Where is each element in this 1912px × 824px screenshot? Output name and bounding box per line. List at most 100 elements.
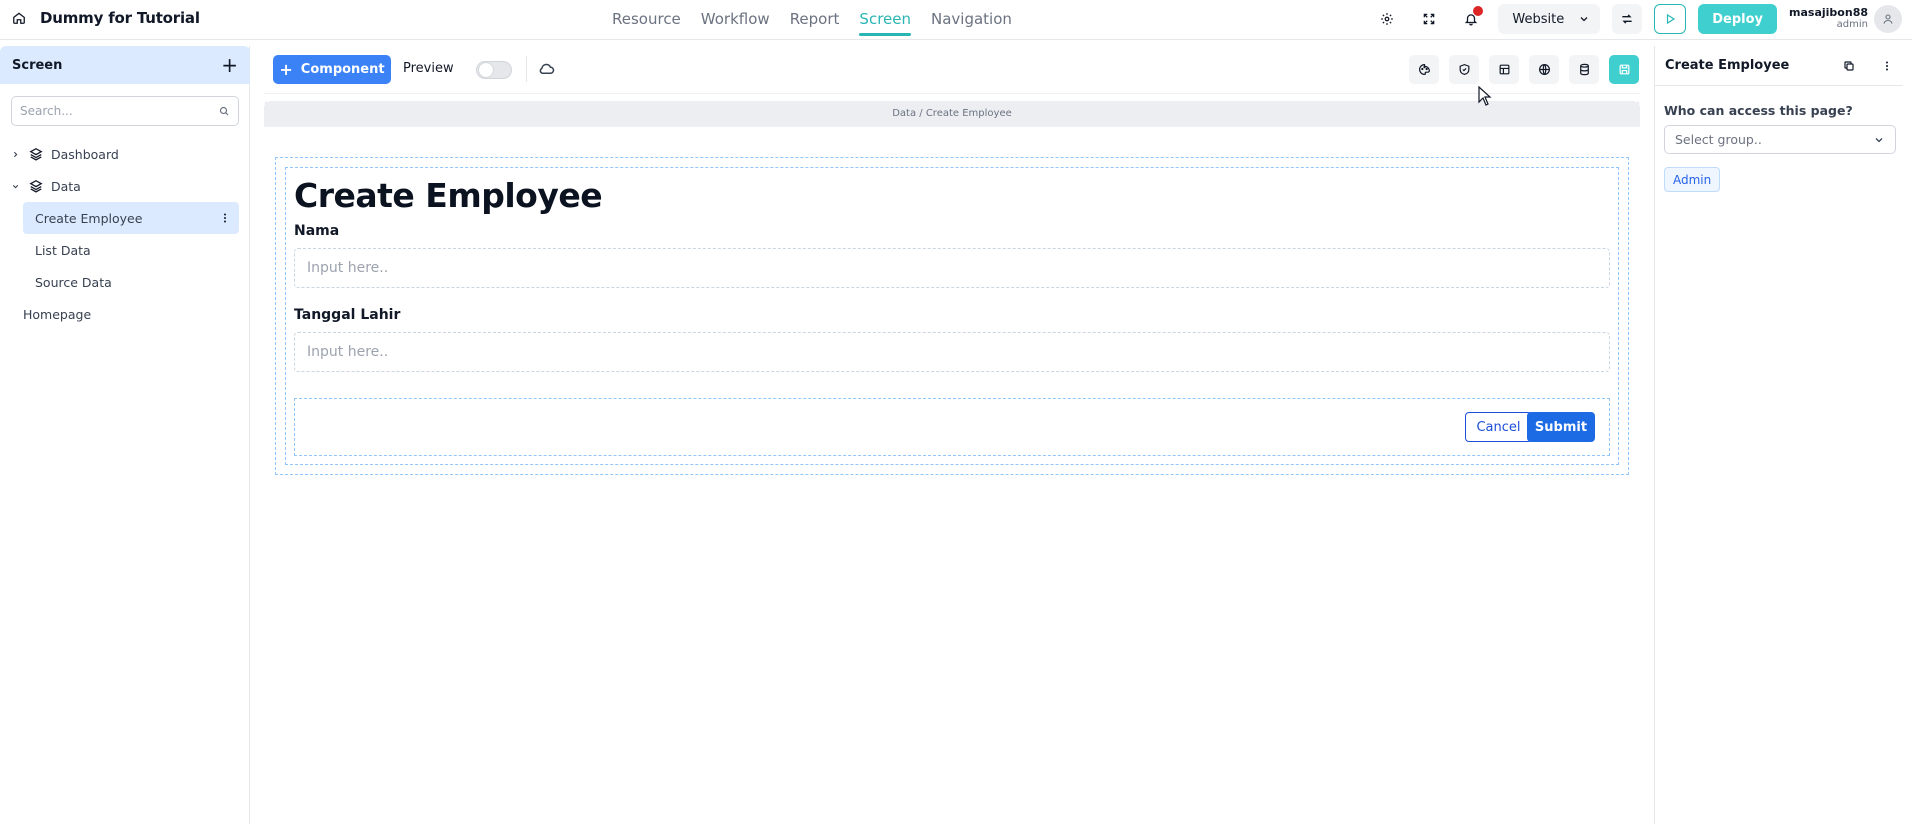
layers-icon <box>29 147 43 161</box>
form-body[interactable]: Create Employee Nama Tanggal Lahir Cance… <box>285 167 1619 465</box>
database-icon <box>1579 63 1589 76</box>
save-button[interactable] <box>1609 55 1639 84</box>
screen-sidebar: Screen + Dashboard Data Create Employee <box>0 46 250 824</box>
preview-label: Preview <box>403 61 454 76</box>
sidebar-header: Screen + <box>0 46 250 84</box>
nav-screen[interactable]: Screen <box>859 10 911 36</box>
tree-item-label: Create Employee <box>35 210 143 226</box>
platform-select-value: Website <box>1512 11 1565 27</box>
swap-button[interactable] <box>1612 4 1643 34</box>
nav-resource[interactable]: Resource <box>612 10 681 36</box>
play-icon <box>1667 13 1676 25</box>
user-info: masajibon88 admin <box>1789 7 1868 31</box>
layout-button[interactable] <box>1489 55 1519 84</box>
theme-button[interactable] <box>1409 55 1439 84</box>
app-title: Dummy for Tutorial <box>40 9 200 27</box>
page-preview: Create Employee Nama Tanggal Lahir Cance… <box>264 127 1640 824</box>
sidebar-title: Screen <box>12 57 63 73</box>
settings-button[interactable] <box>1372 4 1402 34</box>
cancel-button[interactable]: Cancel <box>1465 412 1532 442</box>
notifications-button[interactable] <box>1456 4 1486 34</box>
search-input[interactable] <box>20 104 200 118</box>
page-title: Create Employee <box>294 176 603 215</box>
search-box <box>11 96 239 126</box>
platform-select[interactable]: Website <box>1498 4 1601 34</box>
submit-button[interactable]: Submit <box>1527 412 1595 442</box>
editor-canvas: Data / Create Employee Create Employee N… <box>264 101 1640 824</box>
user-name: masajibon88 <box>1789 6 1868 19</box>
panel-header: Create Employee <box>1655 46 1903 86</box>
preview-toggle[interactable] <box>476 61 512 79</box>
permissions-button[interactable] <box>1449 55 1479 84</box>
tool-icons <box>1409 55 1639 84</box>
main-nav: Resource Workflow Report Screen Navigati… <box>612 10 1012 36</box>
toolbar-divider <box>526 56 527 82</box>
tree-page-source-data[interactable]: Source Data <box>0 266 250 298</box>
nav-report[interactable]: Report <box>790 10 840 36</box>
cursor-icon <box>1478 86 1492 106</box>
form-actions: Cancel Submit <box>294 398 1610 456</box>
tree-folder-dashboard[interactable]: Dashboard <box>0 138 250 170</box>
globe-button[interactable] <box>1529 55 1559 84</box>
properties-panel: Create Employee Who can access this page… <box>1654 46 1912 824</box>
home-icon[interactable] <box>12 11 26 25</box>
add-screen-icon[interactable]: + <box>221 55 238 75</box>
user-role: admin <box>1836 19 1868 30</box>
tree-item-label: Dashboard <box>51 146 119 162</box>
chevron-right-icon[interactable] <box>9 150 21 159</box>
tree-item-label: Data <box>51 178 81 194</box>
tree-page-create-employee[interactable]: Create Employee <box>23 202 239 234</box>
user-menu[interactable]: masajibon88 admin <box>1789 5 1902 33</box>
avatar[interactable] <box>1874 5 1902 33</box>
tree-item-label: Homepage <box>23 306 92 322</box>
toggle-knob <box>479 63 493 77</box>
tanggal-lahir-label: Tanggal Lahir <box>294 307 401 323</box>
nav-navigation[interactable]: Navigation <box>931 10 1012 36</box>
chevron-down-icon <box>1580 17 1588 22</box>
shield-icon <box>1459 63 1469 75</box>
breadcrumb: Data / Create Employee <box>264 101 1640 127</box>
tanggal-lahir-input[interactable] <box>294 332 1610 372</box>
plus-icon: + <box>279 59 293 79</box>
run-button[interactable] <box>1654 4 1687 34</box>
tree-item-label: Source Data <box>35 274 112 290</box>
access-question: Who can access this page? <box>1664 103 1853 118</box>
tree-folder-data[interactable]: Data <box>0 170 250 202</box>
panel-actions <box>1843 60 1893 72</box>
brand[interactable]: Dummy for Tutorial <box>12 9 200 27</box>
save-icon <box>1619 64 1629 75</box>
nav-workflow[interactable]: Workflow <box>701 10 770 36</box>
globe-icon <box>1538 64 1550 75</box>
palette-icon <box>1418 64 1430 75</box>
more-vertical-icon[interactable] <box>219 212 231 224</box>
copy-icon[interactable] <box>1843 60 1855 72</box>
group-select[interactable]: Select group.. <box>1664 125 1896 154</box>
tree-page-list-data[interactable]: List Data <box>0 234 250 266</box>
database-button[interactable] <box>1569 55 1599 84</box>
panel-title: Create Employee <box>1665 58 1790 73</box>
layers-icon <box>29 179 43 193</box>
expand-icon <box>1424 13 1435 25</box>
chevron-down-icon[interactable] <box>9 182 21 191</box>
tree-item-label: List Data <box>35 242 91 258</box>
top-actions: Website Deploy masajibon88 admin <box>1372 4 1902 34</box>
cloud-icon[interactable] <box>537 61 555 75</box>
top-bar: Dummy for Tutorial Resource Workflow Rep… <box>0 0 1912 40</box>
nama-label: Nama <box>294 223 340 239</box>
fullscreen-button[interactable] <box>1414 4 1444 34</box>
notification-badge <box>1473 6 1484 16</box>
editor-toolbar: + Component Preview <box>264 46 1640 94</box>
gear-icon <box>1381 13 1394 25</box>
group-chip-admin[interactable]: Admin <box>1664 167 1721 192</box>
user-icon <box>1883 14 1893 24</box>
add-component-label: Component <box>300 62 385 77</box>
form-container[interactable]: Create Employee Nama Tanggal Lahir Cance… <box>275 157 1629 475</box>
more-vertical-icon[interactable] <box>1881 60 1893 72</box>
tree-page-homepage[interactable]: Homepage <box>0 298 250 330</box>
screen-tree: Dashboard Data Create Employee List Data… <box>0 138 250 330</box>
deploy-button[interactable]: Deploy <box>1698 4 1778 34</box>
nama-input[interactable] <box>294 248 1610 288</box>
add-component-button[interactable]: + Component <box>273 55 391 84</box>
group-select-placeholder: Select group.. <box>1675 132 1762 147</box>
search-icon <box>219 106 229 116</box>
